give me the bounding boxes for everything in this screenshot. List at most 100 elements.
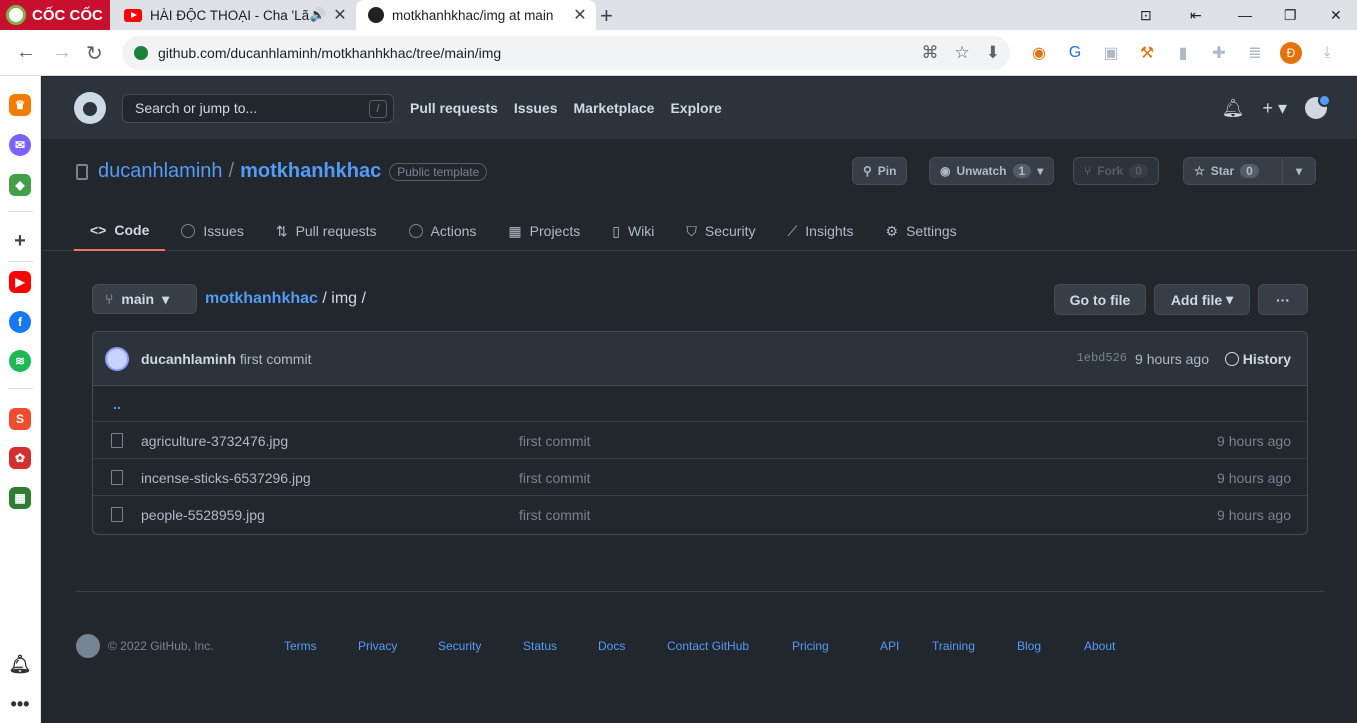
footer-link-privacy[interactable]: Privacy xyxy=(358,639,438,653)
tab-settings[interactable]: ⚙ Settings xyxy=(870,211,973,251)
tab-pull-requests[interactable]: ⇅ Pull requests xyxy=(260,211,393,251)
commit-message[interactable]: first commit xyxy=(240,351,312,367)
restore-button[interactable]: ❐ xyxy=(1284,0,1297,30)
tab-search-icon[interactable]: ⊡ xyxy=(1140,0,1152,30)
parent-directory-link[interactable]: .. xyxy=(93,386,1307,422)
copyright: © 2022 GitHub, Inc. xyxy=(108,639,214,653)
footer-link-training[interactable]: Training xyxy=(932,639,1017,653)
history-link[interactable]: History xyxy=(1224,351,1291,367)
unwatch-button[interactable]: ◉ Unwatch 1 ▾ xyxy=(929,157,1055,185)
nav-pull-requests[interactable]: Pull requests xyxy=(410,100,498,116)
reload-button[interactable]: ↻ xyxy=(86,41,103,66)
tab-security[interactable]: ⛉ Security xyxy=(670,211,771,251)
chrome-ext-icon[interactable]: ◉ xyxy=(1028,43,1050,63)
commit-author[interactable]: ducanhlaminh xyxy=(141,351,236,367)
footer-link-pricing[interactable]: Pricing xyxy=(792,639,880,653)
browser-tab-youtube[interactable]: HÀI ĐỘC THOẠI - Cha 'Lã 🔊 ✕ xyxy=(112,0,356,30)
playlist-icon[interactable]: ≣ xyxy=(1244,43,1266,63)
repo-owner-link[interactable]: ducanhlaminh xyxy=(98,160,223,183)
mask-ext-icon[interactable]: ▣ xyxy=(1100,43,1122,63)
back-history-icon[interactable]: ⇤ xyxy=(1190,0,1202,30)
messenger-icon[interactable]: ✉ xyxy=(9,134,31,156)
file-name-link[interactable]: agriculture-3732476.jpg xyxy=(141,433,288,449)
spotify-icon[interactable]: ≋ xyxy=(9,350,31,372)
shopee-icon[interactable]: S xyxy=(9,408,31,430)
extensions-puzzle-icon[interactable]: ✚ xyxy=(1208,43,1230,63)
translate-ext-icon[interactable]: G xyxy=(1064,44,1086,62)
speaker-icon[interactable]: 🔊 xyxy=(310,7,326,23)
facebook-icon[interactable]: f xyxy=(9,311,31,333)
branch-select-button[interactable]: ⑂ main ▾ xyxy=(92,284,197,314)
pin-button[interactable]: ⚲ Pin xyxy=(852,157,908,185)
coccoc-menu-button[interactable]: CỐC CỐC xyxy=(0,0,110,30)
youtube-app-icon[interactable]: ▶ xyxy=(9,271,31,293)
github-logo-icon[interactable] xyxy=(74,92,106,124)
downloads-icon[interactable]: ⤓ xyxy=(1316,44,1338,62)
nav-explore[interactable]: Explore xyxy=(670,100,721,116)
file-commit-message[interactable]: first commit xyxy=(519,433,591,449)
window-close-button[interactable]: ✕ xyxy=(1330,0,1342,30)
file-name-link[interactable]: people-5528959.jpg xyxy=(141,507,265,523)
tab-label: Code xyxy=(114,222,150,238)
add-app-icon[interactable]: + xyxy=(9,230,31,252)
author-avatar[interactable] xyxy=(105,346,129,371)
file-commit-message[interactable]: first commit xyxy=(519,507,591,523)
create-new-icon[interactable]: + ▾ xyxy=(1262,98,1287,119)
github-footer-logo-icon[interactable] xyxy=(76,634,100,658)
file-commit-message[interactable]: first commit xyxy=(519,470,591,486)
translate-icon[interactable]: ⌘ xyxy=(922,43,939,63)
secure-icon[interactable] xyxy=(134,46,148,60)
go-to-file-button[interactable]: Go to file xyxy=(1054,284,1146,315)
repo-title: ducanhlaminh / motkhanhkhac Public templ… xyxy=(76,160,488,183)
hammer-ext-icon[interactable]: ⚒ xyxy=(1136,43,1158,63)
file-name-link[interactable]: incense-sticks-6537296.jpg xyxy=(141,470,311,486)
more-apps-icon[interactable]: ••• xyxy=(9,693,31,715)
tab-code[interactable]: <> Code xyxy=(74,211,166,251)
breadcrumb-repo-link[interactable]: motkhanhkhac xyxy=(205,290,318,307)
tab-insights[interactable]: ⟋ Insights xyxy=(771,211,869,251)
close-tab-icon[interactable]: ✕ xyxy=(570,5,590,25)
close-tab-icon[interactable]: ✕ xyxy=(330,5,350,25)
star-button[interactable]: ☆ Star 0 xyxy=(1183,157,1283,185)
footer-link-status[interactable]: Status xyxy=(523,639,598,653)
browser-tab-github[interactable]: motkhanhkhac/img at main ✕ xyxy=(356,0,596,30)
game-icon[interactable]: ◆ xyxy=(9,174,31,196)
commit-hash[interactable]: 1ebd526 xyxy=(1077,351,1127,365)
footer-link-security[interactable]: Security xyxy=(438,639,523,653)
tab-issues[interactable]: Issues xyxy=(165,211,259,251)
notifications-icon[interactable]: 🔔︎ xyxy=(1222,98,1245,119)
address-bar[interactable]: github.com/ducanhlaminh/motkhanhkhac/tre… xyxy=(122,36,1010,70)
tab-wiki[interactable]: ▯ Wiki xyxy=(596,211,670,251)
tab-actions[interactable]: Actions xyxy=(393,211,493,251)
table-row: people-5528959.jpg first commit 9 hours … xyxy=(93,496,1307,533)
promo-icon[interactable]: ✿ xyxy=(9,447,31,469)
footer-link-api[interactable]: API xyxy=(880,639,932,653)
add-file-button[interactable]: Add file ▾ xyxy=(1154,284,1250,315)
search-input[interactable]: Search or jump to... / xyxy=(122,94,394,123)
footer-link-terms[interactable]: Terms xyxy=(284,639,358,653)
new-tab-button[interactable]: + xyxy=(600,3,613,29)
sidebar-ext-icon[interactable]: ▮ xyxy=(1172,43,1194,63)
more-options-button[interactable]: ··· xyxy=(1258,284,1308,315)
star-list-dropdown[interactable]: ▾ xyxy=(1282,157,1316,185)
footer-link-contact[interactable]: Contact GitHub xyxy=(667,639,792,653)
user-avatar[interactable] xyxy=(1305,94,1331,119)
profile-avatar[interactable]: Đ xyxy=(1280,42,1302,64)
minimize-button[interactable]: — xyxy=(1238,0,1252,30)
tab-projects[interactable]: ▦ Projects xyxy=(492,211,596,251)
footer-link-docs[interactable]: Docs xyxy=(598,639,667,653)
nav-issues[interactable]: Issues xyxy=(514,100,558,116)
url-text[interactable]: github.com/ducanhlaminh/motkhanhkhac/tre… xyxy=(158,45,501,61)
notification-bell-icon[interactable]: 🔔︎ xyxy=(9,653,32,675)
crown-icon[interactable]: ♛ xyxy=(9,94,31,116)
forward-button[interactable]: → xyxy=(52,41,72,64)
download-icon[interactable]: ⬇ xyxy=(986,43,1000,63)
fork-button[interactable]: ⑂ Fork 0 xyxy=(1073,157,1159,185)
back-button[interactable]: ← xyxy=(16,41,36,64)
footer-link-blog[interactable]: Blog xyxy=(1017,639,1084,653)
sheets-icon[interactable]: ▦ xyxy=(9,487,31,509)
repo-name-link[interactable]: motkhanhkhac xyxy=(240,160,381,183)
bookmark-star-icon[interactable]: ☆ xyxy=(955,43,970,63)
nav-marketplace[interactable]: Marketplace xyxy=(574,100,655,116)
footer-link-about[interactable]: About xyxy=(1084,639,1115,653)
